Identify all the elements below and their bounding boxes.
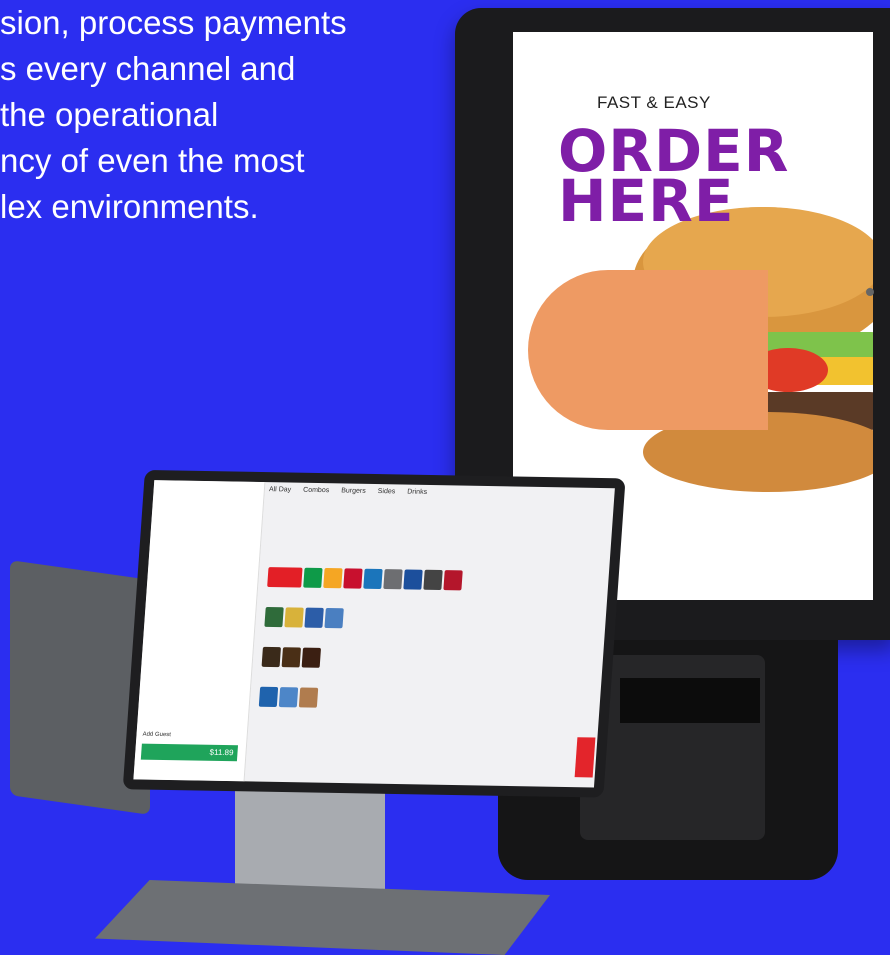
drink-tile[interactable]	[304, 607, 324, 628]
printer-slot	[620, 678, 760, 723]
drink-tile[interactable]	[261, 646, 281, 668]
headline-text: sion, process payments s every channel a…	[0, 0, 440, 230]
tab-burgers[interactable]: Burgers	[341, 487, 366, 494]
order-panel: Add Guest $11.89	[133, 480, 266, 782]
drink-tile[interactable]	[281, 647, 301, 668]
drink-tile[interactable]	[278, 687, 299, 708]
pay-button[interactable]	[574, 737, 596, 778]
drink-tile[interactable]	[264, 606, 284, 628]
kiosk-title: ORDER HERE	[558, 122, 858, 235]
headline-line: the operational	[0, 96, 219, 133]
kiosk-tagline: FAST & EASY	[597, 93, 711, 112]
drink-tile[interactable]	[403, 569, 423, 590]
drink-tile[interactable]	[267, 567, 303, 588]
tab-combos[interactable]: Combos	[303, 487, 330, 494]
menu-tabs: All Day Combos Burgers Sides Drinks	[269, 486, 438, 496]
drink-tile[interactable]	[303, 567, 323, 588]
headline-line: lex environments.	[0, 188, 259, 225]
headline-line: ncy of even the most	[0, 142, 305, 179]
drink-tile[interactable]	[301, 647, 322, 668]
drink-row	[267, 567, 463, 591]
drink-tile[interactable]	[363, 568, 383, 589]
drink-tile[interactable]	[423, 569, 443, 591]
drink-tile[interactable]	[324, 607, 344, 629]
drink-tile[interactable]	[258, 686, 279, 708]
beer-row	[261, 646, 322, 668]
drink-tile[interactable]	[343, 568, 363, 589]
headline-line: sion, process payments	[0, 4, 347, 41]
coffee-row	[264, 606, 344, 629]
drink-tile[interactable]	[443, 570, 463, 591]
drink-tile[interactable]	[383, 569, 403, 590]
tab-drinks[interactable]: Drinks	[407, 489, 427, 496]
pos-screen: Add Guest $11.89 All Day Combos Burgers …	[122, 470, 626, 798]
pos-base	[95, 880, 550, 955]
tab-all-day[interactable]: All Day	[269, 486, 292, 493]
orange-shape	[528, 270, 768, 430]
drink-tile[interactable]	[284, 607, 304, 628]
total-bar[interactable]: $11.89	[140, 743, 239, 762]
add-guest-label[interactable]: Add Guest	[142, 732, 171, 738]
drink-tile[interactable]	[298, 687, 319, 708]
camera-icon	[866, 288, 874, 296]
tab-sides[interactable]: Sides	[377, 488, 395, 495]
drink-tile[interactable]	[323, 568, 343, 589]
kiosk-title-line: HERE	[558, 167, 735, 235]
headline-line: s every channel and	[0, 50, 296, 87]
water-row	[258, 686, 319, 708]
